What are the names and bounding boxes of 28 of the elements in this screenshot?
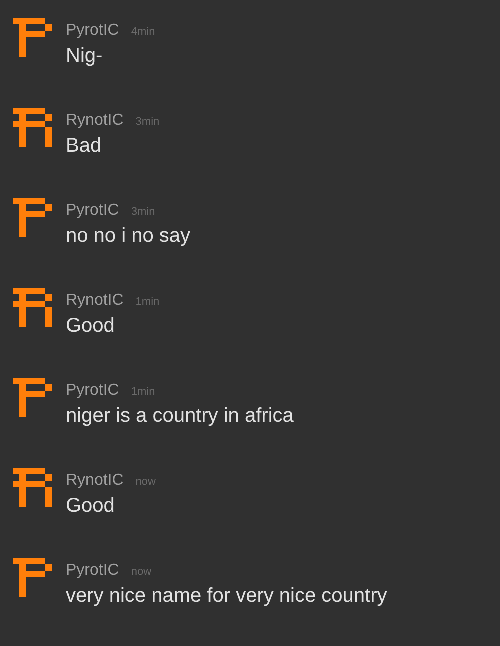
logo-icon <box>13 198 52 237</box>
author-name: RynotIC <box>66 472 124 490</box>
author-name: PyrotIC <box>66 382 120 400</box>
author-name: RynotIC <box>66 112 124 130</box>
logo-icon <box>13 288 52 327</box>
author-name: PyrotIC <box>66 202 120 220</box>
message-text: no no i no say <box>66 224 191 248</box>
author-name: PyrotIC <box>66 562 120 580</box>
logo-icon <box>13 558 52 597</box>
logo-icon <box>13 18 52 57</box>
message-text: niger is a country in africa <box>66 404 294 428</box>
message-time: now <box>136 475 156 489</box>
message-time: 1min <box>136 295 160 309</box>
message-time: 4min <box>131 25 156 39</box>
logo-icon <box>13 468 52 507</box>
message-time: 3min <box>136 115 160 129</box>
author-name: RynotIC <box>66 292 124 310</box>
message-time: 1min <box>131 385 156 399</box>
message-text: very nice name for very nice country <box>66 584 388 608</box>
author-name: PyrotIC <box>66 22 120 40</box>
logo-icon <box>13 378 52 417</box>
message-text: Nig- <box>66 44 104 68</box>
message-text: Good <box>66 314 116 338</box>
message-text: Bad <box>66 134 103 158</box>
logo-icon <box>13 108 52 147</box>
message-text: Good <box>66 494 116 518</box>
message-time: 3min <box>131 205 156 219</box>
message-time: now <box>131 565 152 579</box>
